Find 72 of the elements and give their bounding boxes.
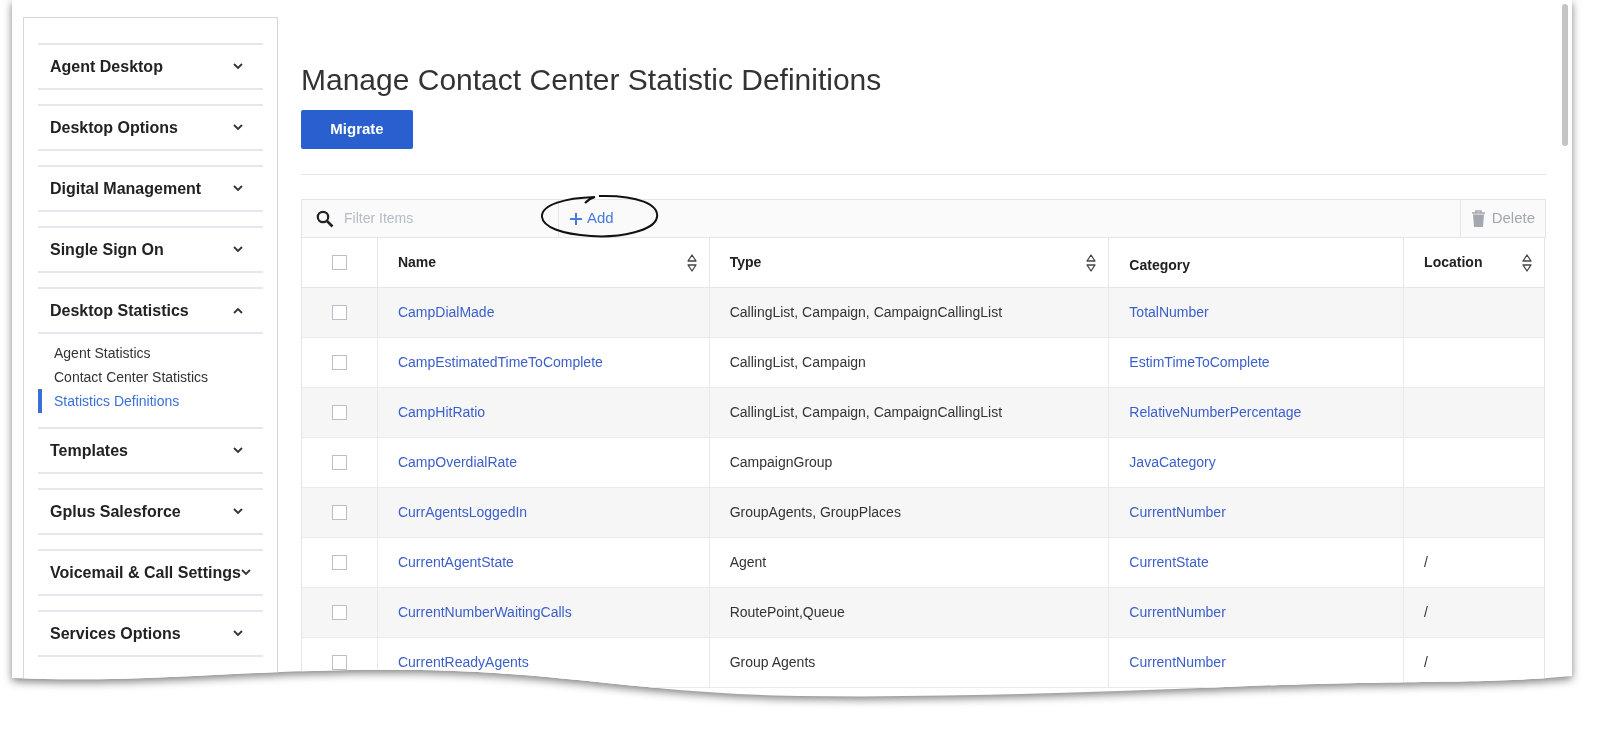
name-link[interactable]: CampOverdialRate bbox=[397, 452, 517, 473]
chevron-down-icon bbox=[233, 124, 243, 131]
type-cell-text: Agent bbox=[729, 553, 767, 572]
type-cell-text: CallingList, Campaign bbox=[729, 353, 866, 372]
search-icon bbox=[316, 209, 334, 228]
column-header[interactable]: Type bbox=[709, 238, 1110, 287]
chevron-up-icon bbox=[233, 307, 243, 314]
sidebar-section-header[interactable]: Desktop Statistics bbox=[38, 287, 263, 334]
name-link[interactable]: CurrentAgentState bbox=[397, 552, 514, 573]
location-cell-text: / bbox=[1424, 603, 1428, 622]
type-cell-text: GroupAgents, GroupPlaces bbox=[729, 503, 901, 522]
sidebar-section-header[interactable]: Digital Management bbox=[38, 165, 263, 212]
category-link[interactable]: TotalNumber bbox=[1129, 302, 1209, 323]
migrate-button[interactable]: Migrate bbox=[301, 110, 413, 149]
trash-icon bbox=[1470, 209, 1486, 228]
scrollbar[interactable] bbox=[1562, 4, 1568, 146]
checkbox[interactable] bbox=[331, 405, 347, 420]
sidebar-section-header[interactable]: Voicemail & Call Settings bbox=[38, 549, 263, 596]
checkbox[interactable] bbox=[331, 455, 347, 470]
column-header[interactable]: Location bbox=[1404, 238, 1544, 287]
checkbox[interactable] bbox=[331, 505, 347, 520]
type-cell-text: CampaignGroup bbox=[729, 453, 833, 472]
checkbox[interactable] bbox=[331, 355, 347, 370]
sort-icon[interactable] bbox=[1086, 253, 1097, 272]
category-link[interactable]: CurrentState bbox=[1129, 552, 1209, 573]
type-cell-text: RoutePoint,Queue bbox=[729, 603, 845, 622]
category-link[interactable]: CurrentNumber bbox=[1129, 502, 1226, 523]
sidebar-section-header[interactable]: Services Options bbox=[38, 610, 263, 657]
checkbox[interactable] bbox=[331, 605, 347, 620]
type-cell-text: CallingList, Campaign, CampaignCallingList bbox=[729, 303, 1003, 322]
checkbox[interactable] bbox=[331, 255, 347, 270]
type-cell-text: Group Agents bbox=[729, 653, 816, 672]
column-header: Category bbox=[1109, 238, 1405, 287]
plus-icon bbox=[569, 211, 583, 226]
checkbox[interactable] bbox=[331, 305, 347, 320]
name-link[interactable]: CampEstimatedTimeToComplete bbox=[397, 352, 603, 373]
sidebar-section-header[interactable]: Gplus Salesforce bbox=[38, 488, 263, 535]
sort-icon[interactable] bbox=[686, 253, 697, 272]
name-link[interactable]: CurrentReadyAgents bbox=[397, 652, 529, 673]
category-link[interactable]: RelativeNumberPercentage bbox=[1129, 402, 1302, 423]
sidebar-link[interactable]: Statistics Definitions bbox=[38, 389, 263, 413]
name-link[interactable]: CurrentNumberWaitingCalls bbox=[397, 602, 572, 623]
chevron-down-icon bbox=[233, 447, 243, 454]
filter-field[interactable]: Filter Items bbox=[344, 208, 524, 229]
sidebar-link[interactable]: Contact Center Statistics bbox=[38, 365, 263, 389]
sort-icon[interactable] bbox=[1522, 253, 1532, 272]
type-cell-text: CallingList, Campaign, CampaignCallingList bbox=[729, 403, 1003, 422]
checkbox[interactable] bbox=[331, 555, 347, 570]
sidebar-section-header[interactable]: Agent Desktop bbox=[38, 43, 263, 90]
chevron-down-icon bbox=[233, 63, 243, 70]
name-link[interactable]: CurrAgentsLoggedIn bbox=[397, 502, 528, 523]
chevron-down-icon bbox=[240, 569, 251, 576]
chevron-down-icon bbox=[233, 246, 243, 253]
category-link[interactable]: EstimTimeToComplete bbox=[1129, 352, 1270, 373]
category-link[interactable]: JavaCategory bbox=[1129, 452, 1216, 473]
column-header[interactable]: Name bbox=[377, 238, 710, 287]
sidebar-link[interactable]: Agent Statistics bbox=[38, 341, 263, 365]
category-link[interactable]: CurrentNumber bbox=[1129, 652, 1226, 673]
sidebar-section-header[interactable]: Templates bbox=[38, 427, 263, 474]
sidebar-section-header[interactable]: Desktop Options bbox=[38, 104, 263, 151]
name-link[interactable]: CampDialMade bbox=[397, 302, 495, 323]
location-cell-text: / bbox=[1424, 653, 1428, 672]
chevron-down-icon bbox=[233, 630, 243, 637]
category-link[interactable]: CurrentNumber bbox=[1129, 602, 1226, 623]
chevron-down-icon bbox=[233, 508, 243, 515]
checkbox[interactable] bbox=[331, 655, 347, 670]
name-link[interactable]: CampHitRatio bbox=[397, 402, 486, 423]
sidebar-section-header[interactable]: Single Sign On bbox=[38, 226, 263, 273]
add-button[interactable]: Add bbox=[569, 207, 614, 230]
page-title: Manage Contact Center Statistic Definitions bbox=[301, 62, 883, 98]
location-cell-text: / bbox=[1424, 553, 1428, 572]
chevron-down-icon bbox=[233, 185, 243, 192]
